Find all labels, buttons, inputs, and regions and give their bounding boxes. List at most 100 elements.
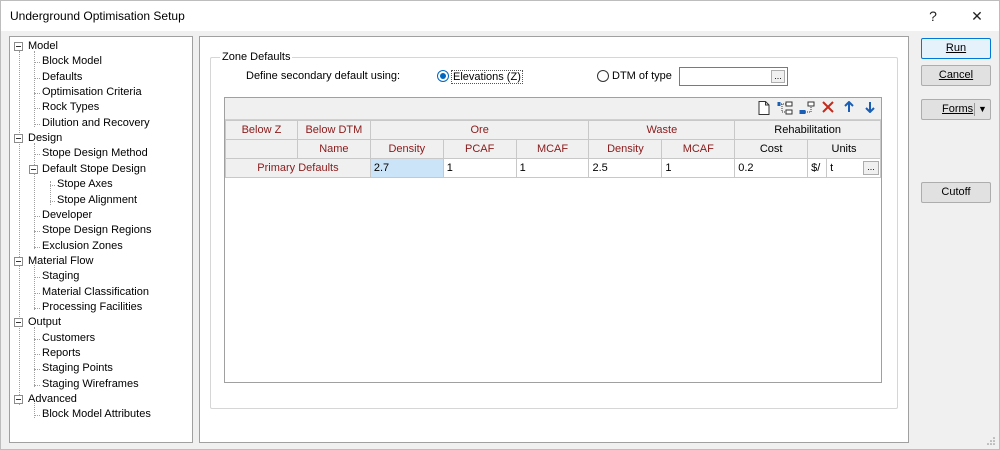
tree-connector-line bbox=[34, 231, 40, 233]
cutoff-button[interactable]: Cutoff bbox=[921, 182, 991, 203]
forms-button[interactable]: Forms ▼ bbox=[921, 99, 991, 120]
tree-item-label: Stope Design Regions bbox=[42, 224, 152, 237]
cell-waste-density[interactable]: 2.5 bbox=[588, 158, 663, 178]
delete-row-icon[interactable] bbox=[820, 101, 836, 117]
header-cost[interactable]: Cost bbox=[734, 139, 809, 159]
header-name[interactable]: Name bbox=[296, 139, 371, 159]
row-name-primary-defaults[interactable]: Primary Defaults bbox=[225, 158, 371, 178]
header-waste-mcaf[interactable]: MCAF bbox=[661, 139, 736, 159]
tree-item-block-model[interactable]: Block Model bbox=[42, 54, 102, 69]
run-button[interactable]: Run bbox=[921, 38, 991, 59]
tree-item-material-flow[interactable]: Material Flow bbox=[28, 254, 93, 269]
tree-connector-line bbox=[34, 77, 40, 79]
collapse-toggle-icon[interactable] bbox=[14, 42, 23, 51]
tree-item-label: Stope Alignment bbox=[57, 193, 138, 206]
collapse-toggle-icon[interactable] bbox=[14, 256, 23, 266]
tree-item-design[interactable]: Design bbox=[28, 131, 62, 146]
dtm-radio-label[interactable]: DTM of type bbox=[612, 70, 672, 82]
tree-item-output[interactable]: Output bbox=[28, 315, 61, 330]
cell-ore-density[interactable]: 2.7 bbox=[369, 158, 444, 178]
tree-connector-line bbox=[34, 415, 40, 417]
tree-item-dilution-and-recovery[interactable]: Dilution and Recovery bbox=[42, 116, 150, 131]
dtm-radio[interactable] bbox=[597, 70, 609, 82]
tree-connector-line bbox=[34, 246, 40, 248]
tree-item-label: Material Flow bbox=[28, 254, 94, 267]
cell-pcaf[interactable]: 1 bbox=[442, 158, 517, 178]
cell-units[interactable]: $/ t ... bbox=[807, 158, 881, 178]
tree-item-staging-wireframes[interactable]: Staging Wireframes bbox=[42, 377, 139, 392]
elevations-radio-label[interactable]: Elevations (Z) bbox=[451, 70, 523, 84]
chevron-down-icon[interactable]: ▼ bbox=[978, 100, 987, 119]
zone-defaults-grid: Below Z Below DTM Ore Waste Rehabilitati… bbox=[224, 97, 882, 383]
tree-item-staging[interactable]: Staging bbox=[42, 269, 79, 284]
tree-connector-line bbox=[34, 154, 40, 156]
help-icon[interactable]: ? bbox=[919, 6, 947, 26]
collapse-toggle-icon[interactable] bbox=[14, 134, 23, 144]
header-rehabilitation: Rehabilitation bbox=[734, 120, 881, 140]
grid-toolbar bbox=[225, 98, 881, 120]
header-ore-mcaf[interactable]: MCAF bbox=[515, 139, 590, 159]
tree-item-label: Defaults bbox=[42, 70, 83, 83]
window-title: Underground Optimisation Setup bbox=[10, 9, 185, 23]
insert-row-icon[interactable] bbox=[777, 101, 793, 117]
tree-item-label: Staging Points bbox=[42, 362, 113, 375]
zone-defaults-label: Zone Defaults bbox=[220, 51, 293, 63]
dtm-type-field[interactable]: ... bbox=[679, 67, 788, 86]
cell-waste-mcaf[interactable]: 1 bbox=[661, 158, 736, 178]
tree-item-label: Output bbox=[28, 316, 62, 329]
header-below-dtm[interactable]: Below DTM bbox=[296, 120, 371, 140]
tree-item-customers[interactable]: Customers bbox=[42, 331, 95, 346]
title-bar: Underground Optimisation Setup ? ✕ bbox=[1, 1, 999, 31]
tree-item-stope-axes[interactable]: Stope Axes bbox=[57, 177, 113, 192]
tree-item-developer[interactable]: Developer bbox=[42, 208, 92, 223]
units-browse-button[interactable]: ... bbox=[863, 161, 879, 175]
elevations-radio[interactable] bbox=[437, 70, 449, 82]
header-pcaf[interactable]: PCAF bbox=[442, 139, 517, 159]
tree-item-stope-alignment[interactable]: Stope Alignment bbox=[57, 193, 137, 208]
tree-item-stope-design-regions[interactable]: Stope Design Regions bbox=[42, 223, 151, 238]
move-up-icon[interactable] bbox=[841, 100, 857, 117]
define-secondary-label: Define secondary default using: bbox=[246, 70, 401, 82]
tree-item-label: Reports bbox=[42, 347, 81, 359]
tree-connector-line bbox=[34, 369, 40, 371]
tree-item-block-model-attributes[interactable]: Block Model Attributes bbox=[42, 407, 151, 422]
tree-item-defaults[interactable]: Defaults bbox=[42, 70, 82, 85]
cancel-button[interactable]: Cancel bbox=[921, 65, 991, 86]
collapse-toggle-icon[interactable] bbox=[14, 395, 23, 405]
tree-item-model[interactable]: Model bbox=[28, 39, 58, 54]
resize-grip-icon[interactable] bbox=[986, 436, 996, 446]
tree-item-label: Customers bbox=[42, 331, 96, 344]
new-row-icon[interactable] bbox=[756, 101, 772, 117]
header-waste-density[interactable]: Density bbox=[588, 139, 663, 159]
tree-item-processing-facilities[interactable]: Processing Facilities bbox=[42, 300, 142, 315]
tree-item-reports[interactable]: Reports bbox=[42, 346, 81, 361]
header-units[interactable]: Units bbox=[807, 139, 881, 159]
tree-item-staging-points[interactable]: Staging Points bbox=[42, 361, 113, 376]
collapse-toggle-icon[interactable] bbox=[29, 164, 38, 174]
header-below-z[interactable]: Below Z bbox=[225, 120, 298, 140]
header-row-sub: Name Density PCAF MCAF Density MCAF Cost… bbox=[225, 139, 881, 159]
tree-item-label: Dilution and Recovery bbox=[42, 116, 150, 129]
navigation-tree: Model Block Model Defaults Optimisation Cri… bbox=[9, 36, 193, 443]
run-button-label: Run bbox=[945, 42, 967, 54]
tree-item-rock-types[interactable]: Rock Types bbox=[42, 100, 99, 115]
dtm-browse-button[interactable]: ... bbox=[771, 70, 785, 83]
append-row-icon[interactable] bbox=[799, 101, 815, 117]
tree-item-exclusion-zones[interactable]: Exclusion Zones bbox=[42, 239, 123, 254]
close-icon[interactable]: ✕ bbox=[963, 6, 991, 26]
forms-split-divider bbox=[974, 103, 975, 116]
tree-item-default-stope-design[interactable]: Default Stope Design bbox=[42, 162, 146, 177]
cell-cost[interactable]: 0.2 bbox=[734, 158, 809, 178]
move-down-icon[interactable] bbox=[862, 101, 878, 117]
tree-item-material-classification[interactable]: Material Classification bbox=[42, 285, 149, 300]
header-ore-density[interactable]: Density bbox=[369, 139, 444, 159]
table-row: Primary Defaults 2.7 1 1 2.5 1 0.2 $/ t … bbox=[225, 158, 881, 178]
tree-connector-line bbox=[34, 384, 40, 386]
collapse-toggle-icon[interactable] bbox=[14, 318, 23, 328]
tree-connector-line bbox=[34, 123, 40, 125]
cell-ore-mcaf[interactable]: 1 bbox=[515, 158, 590, 178]
tree-item-advanced[interactable]: Advanced bbox=[28, 392, 77, 407]
tree-item-optimisation-criteria[interactable]: Optimisation Criteria bbox=[42, 85, 142, 100]
header-row-top: Below Z Below DTM Ore Waste Rehabilitati… bbox=[225, 120, 881, 140]
tree-item-stope-design-method[interactable]: Stope Design Method bbox=[42, 146, 148, 161]
